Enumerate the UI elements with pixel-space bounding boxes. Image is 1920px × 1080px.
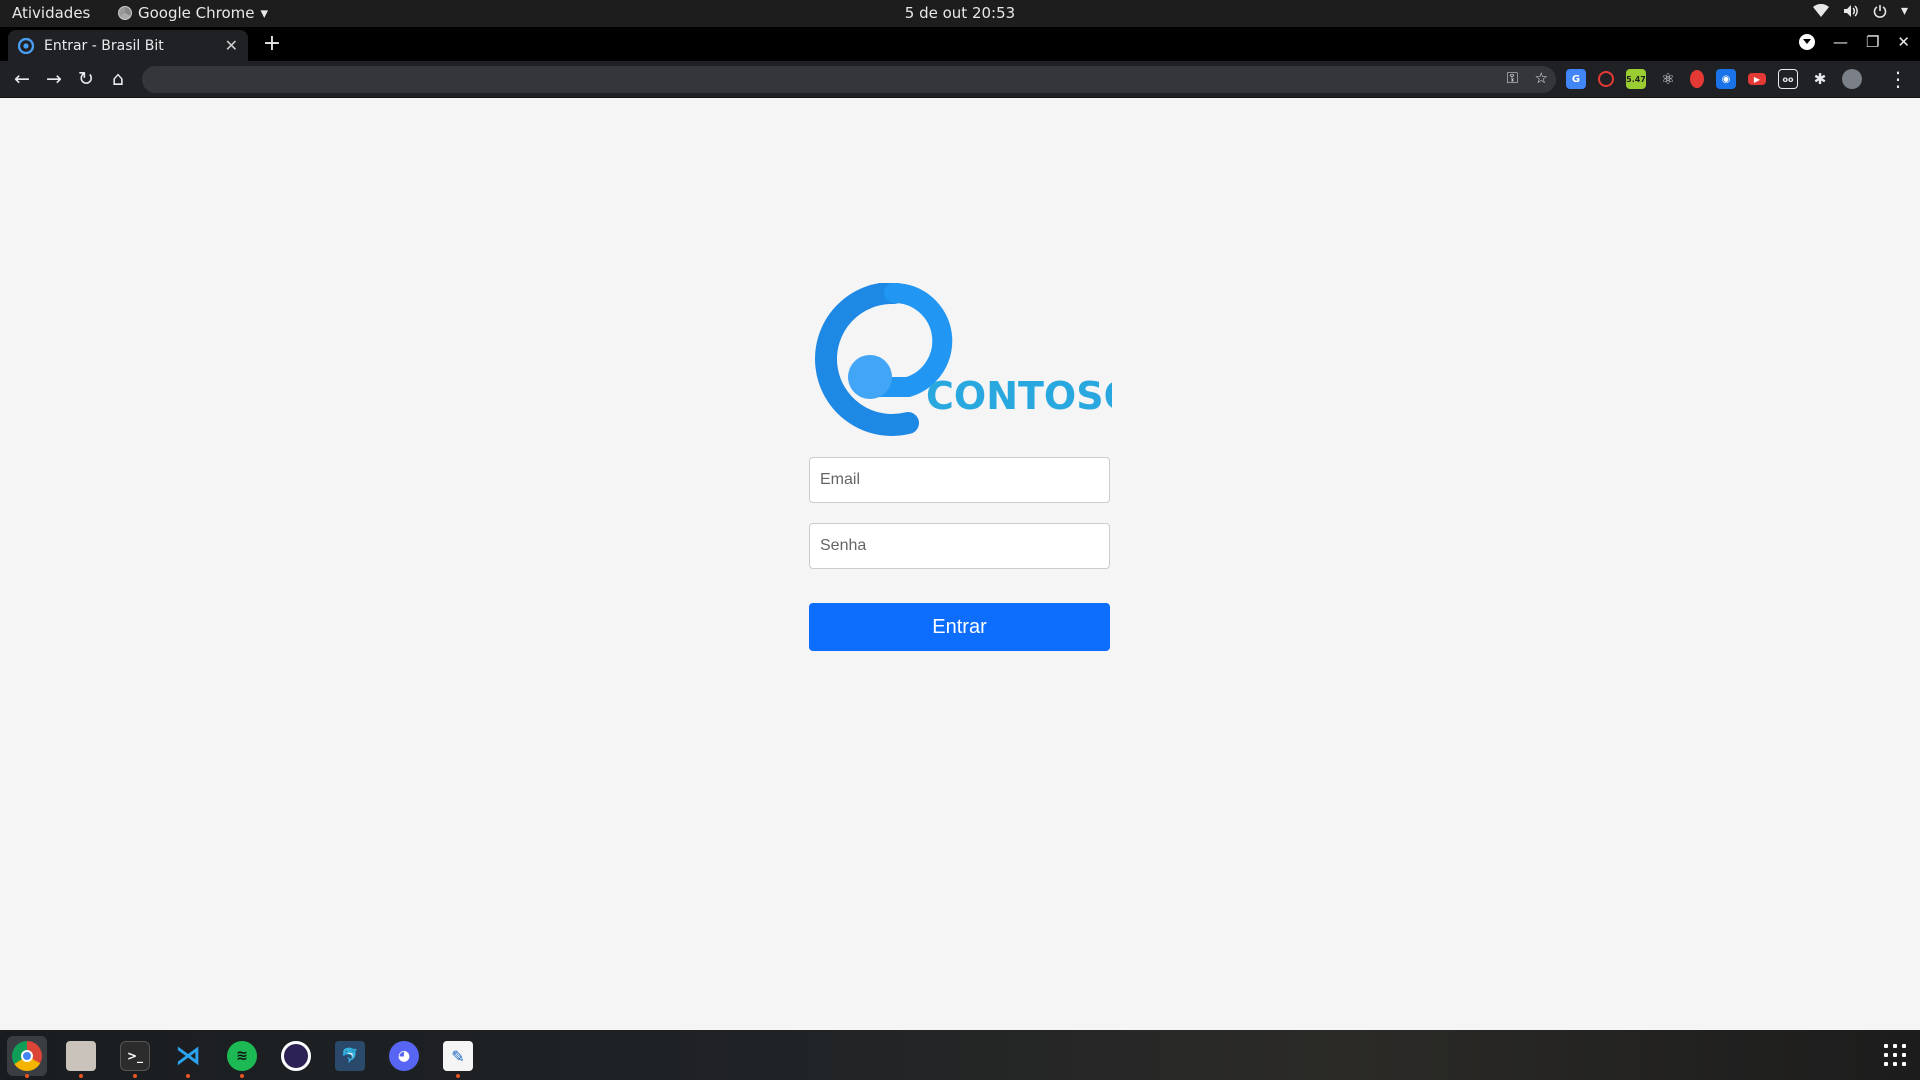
vscode-icon[interactable]: ⋊ [168,1036,208,1078]
running-indicator [25,1074,29,1078]
files-icon[interactable] [61,1036,101,1078]
screen-capture-extension-icon[interactable]: ◉ [1716,69,1736,89]
activities-button[interactable]: Atividades [12,4,90,22]
adblock-extension-icon[interactable] [1598,71,1614,87]
login-button[interactable]: Entrar [809,603,1110,651]
discord-icon[interactable]: ◕ [384,1036,424,1076]
dock: >_ ⋊ ≋ 🐬 ◕ ✎ [0,1030,1920,1080]
chevron-down-icon: ▾ [1900,3,1908,19]
react-extension-icon[interactable]: ⚛ [1658,69,1678,89]
close-window-icon[interactable]: ✕ [1897,33,1910,51]
text-editor-icon[interactable]: ✎ [438,1036,478,1078]
back-icon[interactable]: ← [10,67,34,91]
tab-title: Entrar - Brasil Bit [44,37,164,54]
chrome-icon[interactable] [7,1036,47,1078]
running-indicator [456,1074,460,1078]
password-field[interactable] [809,523,1110,569]
terminal-icon[interactable]: >_ [115,1036,155,1078]
android-extension-icon[interactable]: 5.47 [1626,69,1646,89]
red-hand-extension-icon[interactable] [1690,70,1704,88]
running-indicator [186,1074,190,1078]
app-menu[interactable]: Google Chrome ▾ [118,4,268,22]
running-indicator [79,1074,83,1078]
bookmark-star-icon[interactable]: ☆ [1535,69,1548,87]
contoso-logo: CONTOSO [815,283,1112,436]
reload-icon[interactable]: ↻ [74,67,98,91]
logo-text: CONTOSO [926,374,1112,418]
workbench-icon[interactable]: 🐬 [330,1036,370,1076]
new-tab-button[interactable]: + [260,31,284,56]
browser-tab[interactable]: Entrar - Brasil Bit ✕ [8,30,248,61]
tab-strip: Entrar - Brasil Bit ✕ + — ❐ ✕ [0,27,1920,61]
running-indicator [240,1074,244,1078]
extensions-bar: G 5.47 ⚛ ◉ ▶ oo ✱ [1566,69,1862,89]
email-field[interactable] [809,457,1110,503]
show-apps-icon[interactable] [1884,1044,1906,1066]
restore-icon[interactable]: ❐ [1866,33,1879,51]
close-tab-icon[interactable]: ✕ [225,36,238,55]
video-extension-icon[interactable]: ▶ [1748,73,1766,85]
translate-extension-icon[interactable]: G [1566,69,1586,89]
chrome-mini-icon [118,6,132,20]
forward-icon[interactable]: → [42,67,66,91]
window-controls: — ❐ ✕ [1798,33,1910,51]
home-icon[interactable]: ⌂ [106,67,130,91]
chrome-menu-icon[interactable]: ⋮ [1888,67,1908,91]
spotify-icon[interactable]: ≋ [222,1036,262,1078]
app-menu-label: Google Chrome [138,4,255,22]
system-tray[interactable]: ▾ [1812,3,1908,19]
eclipse-icon[interactable] [276,1036,316,1076]
minimize-icon[interactable]: — [1833,33,1848,51]
volume-icon [1843,5,1858,17]
favicon-icon [18,37,34,54]
reader-extension-icon[interactable]: oo [1778,69,1798,89]
profile-avatar[interactable] [1842,69,1862,89]
chevron-down-icon: ▾ [260,4,269,22]
power-icon [1873,5,1887,18]
extensions-puzzle-icon[interactable]: ✱ [1810,69,1830,89]
address-bar[interactable]: ⚿ ☆ [142,66,1556,93]
running-indicator [133,1074,137,1078]
wifi-icon [1812,4,1829,17]
clock[interactable]: 5 de out 20:53 [905,4,1015,22]
gnome-top-bar: Atividades Google Chrome ▾ 5 de out 20:5… [0,0,1920,27]
key-icon[interactable]: ⚿ [1507,69,1518,87]
profile-menu-icon[interactable] [1798,34,1815,50]
browser-toolbar: ← → ↻ ⌂ ⚿ ☆ G 5.47 ⚛ ◉ ▶ oo ✱ ⋮ [0,61,1920,98]
